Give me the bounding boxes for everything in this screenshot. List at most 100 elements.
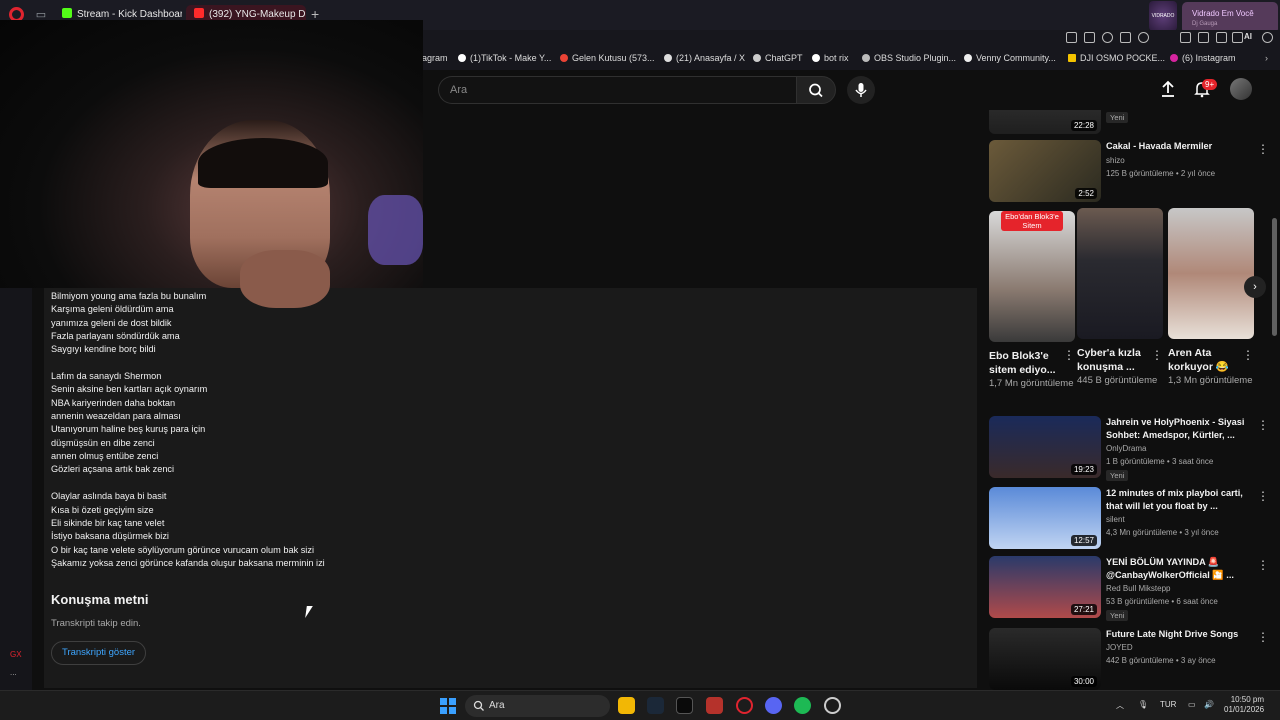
channel-name[interactable]: shizo: [1106, 156, 1125, 165]
extension-icon[interactable]: [1138, 32, 1149, 43]
video-title[interactable]: Future Late Night Drive Songs: [1106, 628, 1246, 641]
tray-expand-icon[interactable]: ︿: [1116, 700, 1124, 711]
video-thumbnail[interactable]: 22:28: [989, 110, 1101, 134]
video-title[interactable]: Jahrein ve HolyPhoenix - Siyasi Sohbet: …: [1106, 416, 1246, 442]
short-views: 1,3 Mn görüntüleme: [1168, 375, 1253, 386]
venny-icon: [964, 54, 972, 62]
kick-icon: [62, 8, 72, 18]
lyrics-line: Utanıyorum haline beş kuruş para için: [51, 424, 206, 435]
search-input[interactable]: Ara: [438, 76, 796, 104]
more-options-icon[interactable]: ⋮: [1151, 348, 1163, 362]
short-thumbnail[interactable]: Ebo'dan Blok3'e Sitem: [989, 211, 1075, 342]
upload-icon[interactable]: [1158, 79, 1178, 99]
microphone-icon[interactable]: 🎙: [1138, 700, 1148, 709]
new-badge: Yeni: [1106, 470, 1129, 481]
play-icon[interactable]: [1120, 32, 1131, 43]
bookmark-item[interactable]: OBS Studio Plugin...: [862, 53, 956, 63]
short-item[interactable]: Cyber'a kızla konuşma ... 445 B görüntül…: [1077, 208, 1163, 387]
short-title[interactable]: Aren Ata korkuyor 😂: [1168, 346, 1240, 374]
video-thumbnail[interactable]: 27:21: [989, 556, 1101, 618]
app-icon[interactable]: [706, 697, 723, 714]
avatar[interactable]: [1230, 78, 1252, 100]
duration-badge: 19:23: [1070, 464, 1097, 475]
extension-icon[interactable]: [1102, 32, 1113, 43]
bookmark-item[interactable]: DJI OSMO POCKE...: [1068, 53, 1165, 63]
botrix-icon: [812, 54, 820, 62]
video-thumbnail[interactable]: 2:52: [989, 140, 1101, 202]
clock-date: 01/01/2026: [1224, 705, 1265, 714]
channel-name[interactable]: OnlyDrama: [1106, 444, 1146, 453]
video-title[interactable]: Cakal - Havada Mermiler: [1106, 140, 1246, 153]
steam-icon[interactable]: [647, 697, 664, 714]
file-explorer-icon[interactable]: [618, 697, 635, 714]
more-options-icon[interactable]: ⋮: [1257, 418, 1269, 432]
obs-icon[interactable]: [824, 697, 841, 714]
bookmark-item[interactable]: (21) Anasayfa / X: [664, 53, 745, 63]
more-options-icon[interactable]: ⋮: [1242, 348, 1254, 362]
lyrics-line: Kısa bi özeti geçiyim size: [51, 504, 154, 515]
extension-icon[interactable]: [1066, 32, 1077, 43]
extension-icon[interactable]: [1180, 32, 1191, 43]
more-options-icon[interactable]: ⋮: [1063, 348, 1075, 362]
voice-search-button[interactable]: [847, 76, 875, 104]
more-options-icon[interactable]: ⋮: [1257, 558, 1269, 572]
channel-name[interactable]: JOYED: [1106, 643, 1133, 652]
video-thumbnail[interactable]: 30:00: [989, 628, 1101, 690]
language-indicator[interactable]: TUR: [1160, 700, 1176, 709]
bookmark-item[interactable]: (1)TikTok - Make Y...: [458, 53, 551, 63]
more-options-icon[interactable]: ⋮: [1257, 142, 1269, 156]
bookmark-item[interactable]: Gelen Kutusu (573...: [560, 53, 655, 63]
video-meta: 53 B görüntüleme • 6 saat önce: [1106, 597, 1218, 606]
extension-icon[interactable]: [1232, 32, 1243, 43]
short-title[interactable]: Ebo Blok3'e sitem ediyo...: [989, 349, 1061, 377]
bookmark-item[interactable]: agram: [422, 53, 448, 63]
short-thumbnail[interactable]: [1168, 208, 1254, 339]
video-thumbnail[interactable]: 12:57: [989, 487, 1101, 549]
gmail-icon: [560, 54, 568, 62]
bookmark-item[interactable]: bot rix: [812, 53, 849, 63]
bookmark-item[interactable]: (6) Instagram: [1170, 53, 1236, 63]
show-transcript-button[interactable]: Transkripti göster: [51, 641, 147, 665]
channel-name[interactable]: silent: [1106, 515, 1125, 524]
download-icon[interactable]: [1216, 32, 1227, 43]
extension-icon[interactable]: [1084, 32, 1095, 43]
now-playing-title: Vidrado Em Você: [1192, 9, 1254, 18]
scrollbar[interactable]: [1272, 218, 1277, 336]
recommendations-column: 22:28 Yeni 2:52 Cakal - Havada Mermiler …: [980, 110, 1280, 690]
network-icon[interactable]: ▭: [1188, 700, 1196, 709]
video-title[interactable]: 12 minutes of mix playboi carti, that wi…: [1106, 487, 1246, 513]
shorts-next-button[interactable]: ›: [1244, 276, 1266, 298]
bookmark-item[interactable]: Venny Community...: [964, 53, 1056, 63]
tab-label: (392) YNG-Makeup Di: [209, 9, 306, 20]
gx-label[interactable]: GX: [10, 650, 22, 659]
short-item[interactable]: Aren Ata korkuyor 😂 1,3 Mn görüntüleme ⋮: [1168, 208, 1254, 387]
bookmark-item[interactable]: ChatGPT: [753, 53, 803, 63]
lyrics-line: Lafım da sanaydı Shermon: [51, 371, 162, 382]
volume-icon[interactable]: 🔊: [1204, 700, 1214, 709]
more-options-icon[interactable]: ⋮: [1257, 489, 1269, 503]
video-meta: 4,3 Mn görüntüleme • 3 yıl önce: [1106, 528, 1219, 537]
search-button[interactable]: [796, 76, 836, 104]
clock[interactable]: 10:50 pm 01/01/2026: [1224, 695, 1264, 715]
extension-icon[interactable]: [1198, 32, 1209, 43]
windows-start-icon[interactable]: [440, 698, 456, 714]
ai-button[interactable]: AI: [1244, 32, 1252, 41]
taskbar-search-input[interactable]: Ara: [465, 695, 610, 717]
new-badge: Yeni: [1106, 112, 1129, 123]
bookmarks-more-icon[interactable]: ›: [1265, 53, 1268, 63]
sidebar-more-icon[interactable]: ...: [10, 668, 17, 677]
menu-icon[interactable]: [1262, 32, 1273, 43]
video-title[interactable]: YENİ BÖLÜM YAYINDA 🚨 @CanbayWolkerOffici…: [1106, 556, 1246, 582]
short-item[interactable]: Ebo'dan Blok3'e Sitem Ebo Blok3'e sitem …: [989, 208, 1075, 390]
spotify-icon[interactable]: [794, 697, 811, 714]
opera-gx-icon[interactable]: [736, 697, 753, 714]
more-options-icon[interactable]: ⋮: [1257, 630, 1269, 644]
short-thumbnail[interactable]: [1077, 208, 1163, 339]
video-thumbnail[interactable]: 19:23: [989, 416, 1101, 478]
channel-name[interactable]: Red Bull Mikstepp: [1106, 584, 1170, 593]
terminal-icon[interactable]: [676, 697, 693, 714]
webcam-overlay: [0, 20, 423, 308]
short-title[interactable]: Cyber'a kızla konuşma ...: [1077, 346, 1149, 374]
notification-badge: 9+: [1202, 79, 1218, 90]
discord-icon[interactable]: [765, 697, 782, 714]
